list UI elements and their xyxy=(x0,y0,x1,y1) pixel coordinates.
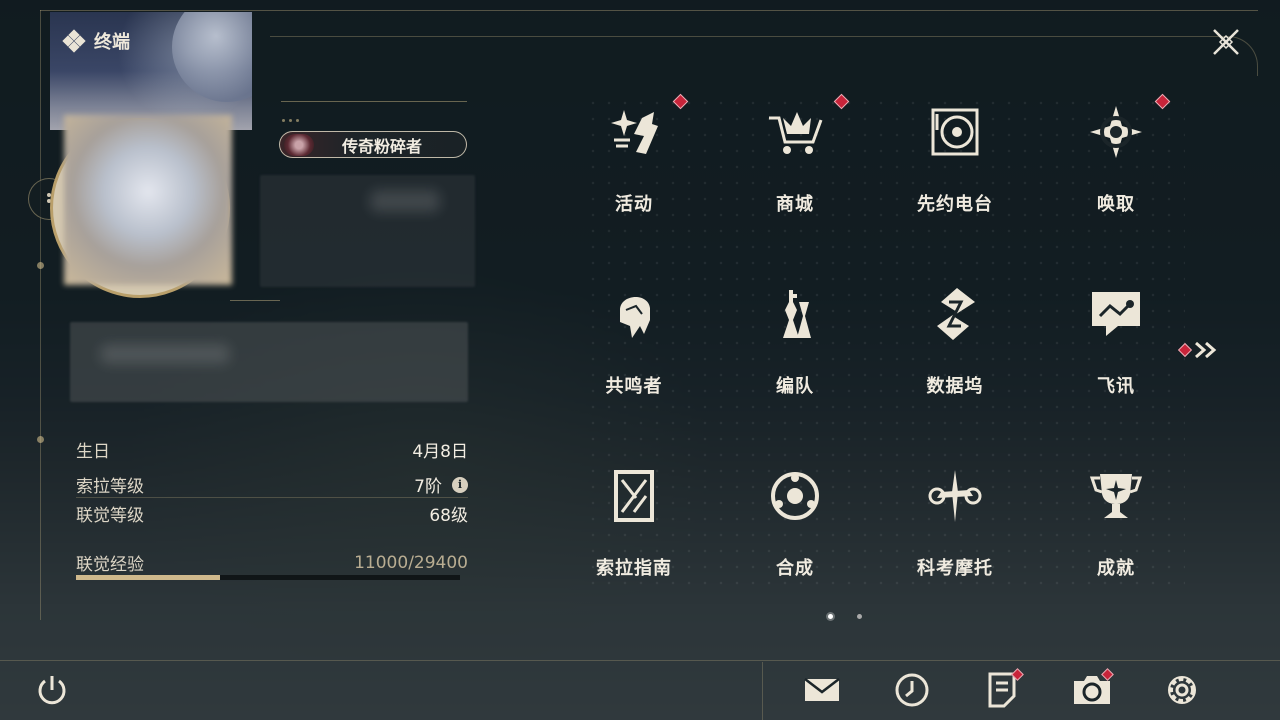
clock-button[interactable] xyxy=(892,668,932,712)
settings-button[interactable] xyxy=(1162,668,1202,712)
menu-label: 先约电台 xyxy=(917,194,993,215)
menu-label: 商城 xyxy=(776,194,814,215)
stat-value: 68级 xyxy=(429,506,468,526)
next-page-button[interactable] xyxy=(1177,340,1222,360)
radio-record-icon xyxy=(931,108,979,156)
menu-resonators[interactable]: 共鸣者 xyxy=(554,274,714,424)
page-title: 终端 xyxy=(94,32,130,53)
stat-sola-level: 索拉等级 7阶 i xyxy=(76,472,468,497)
badge-emblem-icon xyxy=(284,133,314,156)
gear-icon xyxy=(1168,676,1196,704)
menu-label: 合成 xyxy=(776,558,814,579)
title-badge-label: 传奇粉碎者 xyxy=(342,136,423,156)
menu-achievements[interactable]: 成就 xyxy=(1036,456,1196,606)
clock-icon xyxy=(895,673,929,707)
close-icon[interactable] xyxy=(1206,22,1246,62)
compass-star-icon xyxy=(1090,106,1142,158)
frame-dot xyxy=(37,262,44,269)
title-badge[interactable]: 传奇粉碎者 xyxy=(279,131,467,158)
synthesis-orb-icon xyxy=(771,472,819,520)
menu-radio[interactable]: 先约电台 xyxy=(875,92,1035,242)
menu-label: 数据坞 xyxy=(926,376,984,397)
info-icon[interactable]: i xyxy=(452,476,468,493)
double-chevron-right-icon xyxy=(1195,341,1217,359)
menu-label: 科考摩托 xyxy=(917,558,993,579)
menu-team[interactable]: 编队 xyxy=(715,274,875,424)
chess-pieces-icon xyxy=(783,290,811,338)
notice-button[interactable] xyxy=(982,668,1024,712)
guidebook-icon xyxy=(614,470,654,522)
menu-synthesis[interactable]: 合成 xyxy=(715,456,875,606)
stat-union-xp: 联觉经验 11000/29400 xyxy=(76,550,468,576)
bottom-bar-line xyxy=(0,660,1280,661)
menu-guidebook[interactable]: 索拉指南 xyxy=(554,456,714,606)
stat-value: 7阶 xyxy=(414,477,442,497)
notification-badge xyxy=(833,93,850,110)
power-button[interactable] xyxy=(32,668,72,712)
notification-badge xyxy=(1177,342,1193,358)
menu-messages[interactable]: 飞讯 xyxy=(1036,274,1196,424)
stat-birthday: 生日 4月8日 xyxy=(76,437,468,462)
motorbike-icon xyxy=(928,470,982,522)
xp-progress-fill xyxy=(76,575,220,580)
page-dot-active[interactable] xyxy=(828,614,833,619)
menu-convene[interactable]: 唤取 xyxy=(1036,92,1196,242)
xp-progress-bar xyxy=(76,575,460,580)
frame-dot xyxy=(37,436,44,443)
menu-events[interactable]: 活动 xyxy=(554,92,714,242)
decor-dots xyxy=(282,119,299,122)
stat-value: 4月8日 xyxy=(412,442,468,462)
trophy-icon xyxy=(1089,474,1143,518)
player-name-redacted xyxy=(260,175,475,287)
page-header: 终端 xyxy=(62,28,130,54)
character-portrait-icon xyxy=(620,296,650,338)
divider xyxy=(76,497,468,498)
menu-label: 共鸣者 xyxy=(605,376,663,397)
notification-badge xyxy=(1154,93,1171,110)
menu-label: 活动 xyxy=(615,194,653,215)
stat-label: 索拉等级 xyxy=(76,477,144,497)
data-dock-icon xyxy=(937,288,975,340)
frame-line xyxy=(270,36,1160,37)
power-icon xyxy=(38,676,66,705)
menu-label: 成就 xyxy=(1097,558,1135,579)
stat-label: 联觉等级 xyxy=(76,506,144,526)
avatar[interactable] xyxy=(64,115,232,285)
stat-label: 生日 xyxy=(76,442,110,462)
menu-label: 唤取 xyxy=(1097,194,1135,215)
menu-label: 索拉指南 xyxy=(596,558,672,579)
shopping-cart-icon xyxy=(769,112,823,154)
stat-value-group: 7阶 i xyxy=(414,472,468,497)
sparkle-burst-icon xyxy=(611,110,658,154)
mail-button[interactable] xyxy=(802,668,842,712)
mail-icon xyxy=(804,678,840,701)
camera-button[interactable] xyxy=(1072,668,1114,712)
signature-redacted[interactable] xyxy=(70,322,468,402)
stat-label: 联觉经验 xyxy=(76,555,144,575)
page-dot[interactable] xyxy=(857,614,862,619)
menu-label: 编队 xyxy=(776,376,814,397)
frame-line xyxy=(40,10,1258,11)
chat-bubble-icon xyxy=(1092,292,1140,336)
divider xyxy=(230,300,280,301)
divider xyxy=(281,101,467,102)
page-indicator xyxy=(828,614,862,619)
bottom-bar-divider xyxy=(762,662,763,720)
frame-line xyxy=(40,10,41,620)
menu-label: 飞讯 xyxy=(1097,376,1135,397)
stat-union-level: 联觉等级 68级 xyxy=(76,501,468,526)
notification-badge xyxy=(672,93,689,110)
stat-value: 11000/29400 xyxy=(354,552,468,573)
diamond-cluster-icon xyxy=(62,29,86,53)
menu-shop[interactable]: 商城 xyxy=(715,92,875,242)
menu-motorbike[interactable]: 科考摩托 xyxy=(875,456,1035,606)
menu-data-bank[interactable]: 数据坞 xyxy=(875,274,1035,424)
